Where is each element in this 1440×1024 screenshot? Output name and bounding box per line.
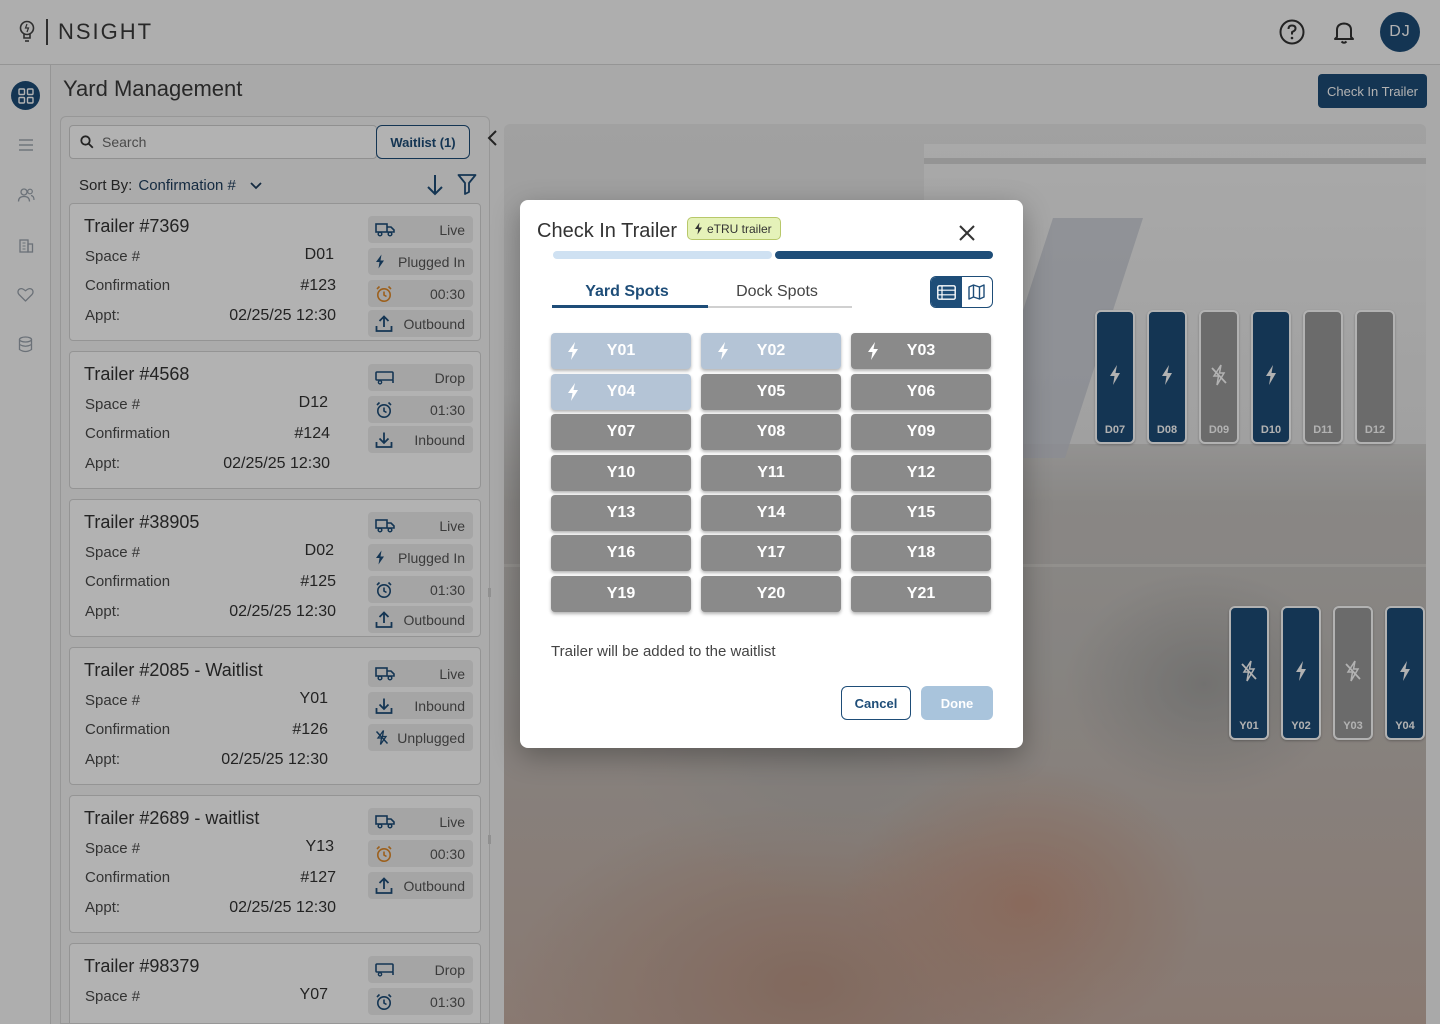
yard-spot-label: Y20 — [756, 585, 786, 602]
list-view-icon — [936, 284, 956, 300]
yard-spot-button[interactable]: Y09 — [851, 414, 991, 450]
close-icon[interactable] — [956, 222, 978, 244]
dialog-title: Check In Trailer — [537, 220, 678, 242]
view-toggle — [930, 276, 993, 308]
yard-spot-label: Y12 — [906, 464, 936, 481]
yard-spot-button[interactable]: Y20 — [701, 576, 841, 612]
yard-spot-label: Y04 — [606, 383, 636, 400]
yard-spot-button[interactable]: Y15 — [851, 495, 991, 531]
yard-spot-label: Y21 — [906, 585, 936, 602]
yard-spot-button[interactable]: Y18 — [851, 535, 991, 571]
cancel-button[interactable]: Cancel — [841, 686, 911, 720]
yard-spot-label: Y15 — [906, 504, 936, 521]
yard-spot-button[interactable]: Y03 — [851, 333, 991, 369]
yard-spot-label: Y18 — [906, 544, 936, 561]
yard-spot-button[interactable]: Y05 — [701, 374, 841, 410]
yard-spot-button[interactable]: Y08 — [701, 414, 841, 450]
bolt-icon — [695, 222, 702, 235]
bolt-icon — [868, 342, 878, 360]
yard-spot-label: Y19 — [606, 585, 636, 602]
yard-spot-button[interactable]: Y06 — [851, 374, 991, 410]
progress-step-1 — [553, 251, 772, 259]
yard-spot-label: Y11 — [757, 464, 785, 481]
done-button[interactable]: Done — [921, 686, 993, 720]
yard-spot-button[interactable]: Y02 — [701, 333, 841, 369]
yard-spot-button[interactable]: Y14 — [701, 495, 841, 531]
etru-badge-label: eTRU trailer — [707, 221, 772, 236]
yard-spot-button[interactable]: Y21 — [851, 576, 991, 612]
app-root: NSIGHT DJ Yard Management Check In Trail… — [0, 0, 1440, 1024]
yard-spot-label: Y14 — [756, 504, 786, 521]
yard-spot-button[interactable]: Y04 — [551, 374, 691, 410]
yard-spot-label: Y08 — [756, 423, 786, 440]
yard-spot-button[interactable]: Y10 — [551, 455, 691, 491]
progress-step-2 — [775, 251, 993, 259]
yard-spot-label: Y01 — [606, 342, 636, 359]
yard-spot-button[interactable]: Y13 — [551, 495, 691, 531]
bolt-icon — [718, 342, 728, 360]
tab-yard-spots[interactable]: Yard Spots — [552, 276, 708, 308]
yard-spot-label: Y03 — [906, 342, 936, 359]
yard-spot-button[interactable]: Y11 — [701, 455, 841, 491]
check-in-trailer-dialog: Check In Trailer eTRU trailer Yard Spots… — [520, 200, 1023, 748]
yard-spot-label: Y17 — [756, 544, 786, 561]
yard-spot-label: Y16 — [606, 544, 636, 561]
bolt-icon — [568, 342, 578, 360]
yard-spot-button[interactable]: Y12 — [851, 455, 991, 491]
bolt-icon — [568, 383, 578, 401]
yard-spot-button[interactable]: Y07 — [551, 414, 691, 450]
map-icon — [968, 284, 985, 300]
waitlist-note: Trailer will be added to the waitlist — [551, 643, 776, 660]
yard-spot-button[interactable]: Y19 — [551, 576, 691, 612]
yard-spot-label: Y06 — [906, 383, 936, 400]
tab-dock-spots[interactable]: Dock Spots — [702, 276, 852, 306]
yard-spot-label: Y13 — [606, 504, 636, 521]
yard-spot-label: Y07 — [606, 423, 636, 440]
spot-type-tabs: Yard Spots Dock Spots — [552, 276, 852, 308]
yard-spot-button[interactable]: Y17 — [701, 535, 841, 571]
yard-spot-button[interactable]: Y01 — [551, 333, 691, 369]
list-view-button[interactable] — [931, 277, 962, 307]
yard-spot-label: Y05 — [756, 383, 786, 400]
etru-badge: eTRU trailer — [687, 217, 781, 240]
yard-spot-label: Y02 — [756, 342, 786, 359]
yard-spot-button[interactable]: Y16 — [551, 535, 691, 571]
yard-spot-label: Y10 — [606, 464, 636, 481]
map-view-button[interactable] — [962, 277, 993, 307]
yard-spot-label: Y09 — [906, 423, 936, 440]
